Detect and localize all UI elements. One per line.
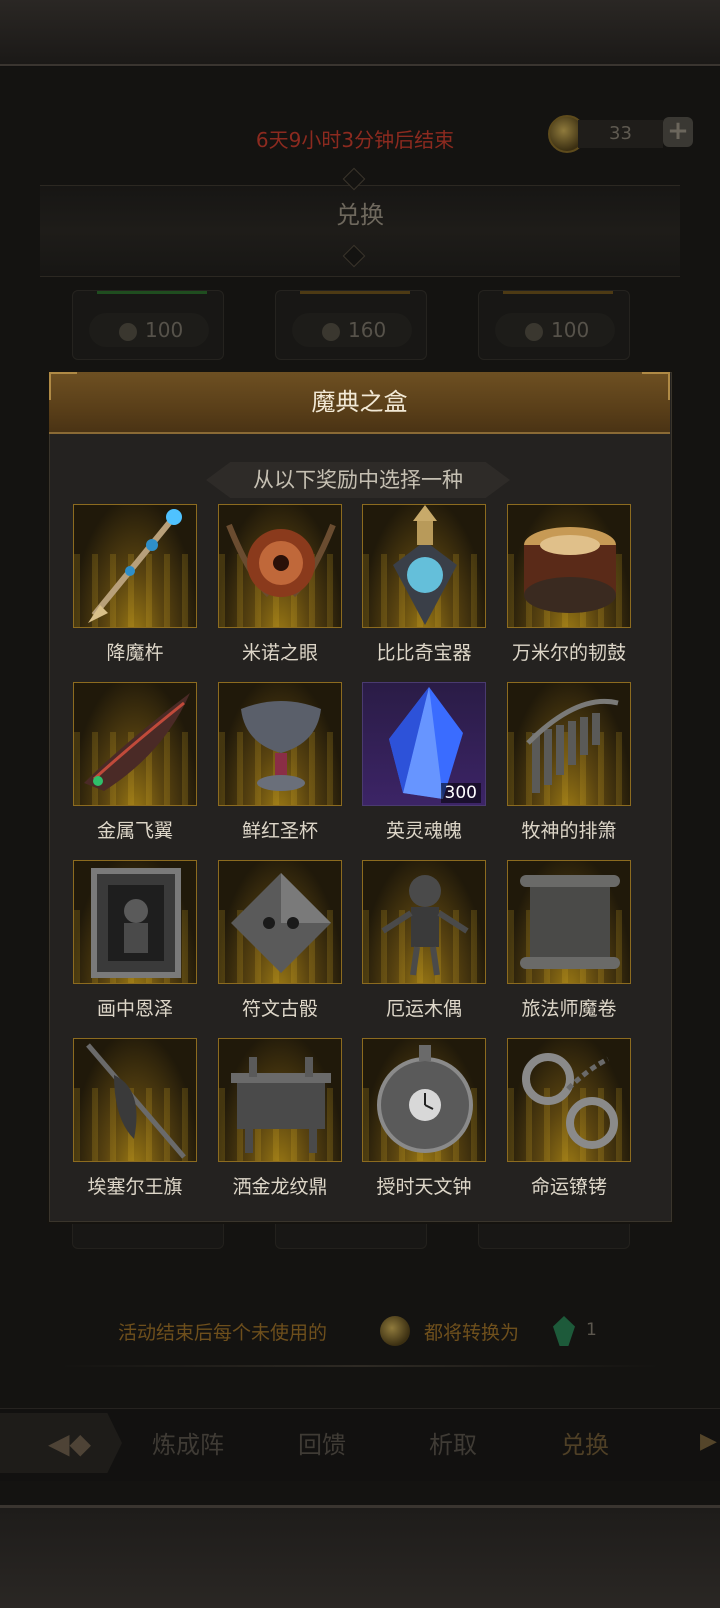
reward-item[interactable] bbox=[218, 682, 342, 806]
currency-amount: 33 bbox=[578, 120, 663, 148]
price-card[interactable]: 160 bbox=[275, 290, 427, 360]
staff-icon bbox=[74, 505, 196, 627]
reward-item[interactable]: 300 bbox=[362, 682, 486, 806]
tab-extract[interactable]: 析取 bbox=[429, 1427, 477, 1463]
reward-item[interactable] bbox=[507, 682, 631, 806]
reward-item-label: 画中恩泽 bbox=[96, 998, 173, 1020]
portrait-icon bbox=[74, 861, 196, 983]
reward-item-label: 万米尔的韧鼓 bbox=[511, 642, 626, 664]
reward-item-label: 埃塞尔王旗 bbox=[87, 1176, 183, 1198]
reward-item-label: 命运镣铐 bbox=[530, 1176, 607, 1198]
drum-icon bbox=[508, 505, 630, 627]
wing-icon bbox=[74, 683, 196, 805]
reward-item[interactable] bbox=[73, 682, 197, 806]
tab-alchemy[interactable]: 炼成阵 bbox=[152, 1427, 224, 1463]
price-card-hidden bbox=[72, 1220, 224, 1249]
bottom-ornament-bar bbox=[0, 1505, 720, 1608]
note-text-1: 活动结束后每个未使用的 bbox=[118, 1322, 328, 1344]
modal-subtitle: 从以下奖励中选择一种 bbox=[253, 468, 463, 492]
gem-icon bbox=[553, 1316, 575, 1346]
reward-item-label: 比比奇宝器 bbox=[376, 642, 472, 664]
reward-item[interactable] bbox=[73, 504, 197, 628]
reward-item[interactable] bbox=[507, 1038, 631, 1162]
reward-item[interactable] bbox=[507, 504, 631, 628]
scroll-icon bbox=[508, 861, 630, 983]
reward-item-label: 米诺之眼 bbox=[241, 642, 318, 664]
top-ornament-bar bbox=[0, 0, 720, 72]
currency-display: 33 + bbox=[548, 115, 696, 153]
price-card-hidden bbox=[478, 1220, 630, 1249]
puppet-icon bbox=[363, 861, 485, 983]
reward-item-label: 鲜红圣杯 bbox=[241, 820, 318, 842]
vessel-icon bbox=[363, 505, 485, 627]
coin-icon bbox=[119, 323, 137, 341]
back-arrow-icon: ◀◆ bbox=[48, 1427, 92, 1460]
reward-item-label: 牧神的排箫 bbox=[521, 820, 617, 842]
price-value: 160 bbox=[348, 318, 387, 342]
reward-item[interactable] bbox=[73, 1038, 197, 1162]
conversion-note: 活动结束后每个未使用的 都将转换为 1 bbox=[0, 1310, 720, 1356]
clock-icon bbox=[363, 1039, 485, 1161]
next-arrow-icon[interactable]: ▶ bbox=[700, 1429, 717, 1454]
reward-item-label: 厄运木偶 bbox=[385, 998, 462, 1020]
divider bbox=[60, 1365, 660, 1367]
chalice-icon bbox=[219, 683, 341, 805]
cauldron-icon bbox=[219, 1039, 341, 1161]
item-quantity: 300 bbox=[440, 783, 481, 803]
coin-icon bbox=[525, 323, 543, 341]
reward-item-label: 洒金龙纹鼎 bbox=[232, 1176, 328, 1198]
price-card[interactable]: 100 bbox=[72, 290, 224, 360]
price-value: 100 bbox=[551, 318, 590, 342]
reward-item-label: 授时天文钟 bbox=[376, 1176, 472, 1198]
reward-item[interactable] bbox=[507, 860, 631, 984]
reward-item[interactable] bbox=[218, 1038, 342, 1162]
price-card-hidden bbox=[275, 1220, 427, 1249]
price-value: 100 bbox=[145, 318, 184, 342]
reward-item[interactable] bbox=[218, 504, 342, 628]
reward-item[interactable] bbox=[362, 1038, 486, 1162]
reward-item-label: 符文古骰 bbox=[241, 998, 318, 1020]
back-button[interactable]: ◀◆ bbox=[0, 1413, 122, 1473]
tab-exchange[interactable]: 兑换 bbox=[561, 1427, 609, 1463]
coin-icon bbox=[380, 1316, 410, 1346]
add-currency-button[interactable]: + bbox=[663, 117, 693, 147]
reward-item-label: 旅法师魔卷 bbox=[521, 998, 617, 1020]
reward-item[interactable] bbox=[218, 860, 342, 984]
event-timer: 6天9小时3分钟后结束 bbox=[255, 128, 455, 152]
reward-item-label: 英灵魂魄 bbox=[385, 820, 462, 842]
note-text-2: 都将转换为 bbox=[424, 1322, 520, 1344]
bottom-nav: ◀◆ 炼成阵 回馈 析取 兑换 ▶ bbox=[0, 1408, 720, 1481]
reward-item[interactable] bbox=[73, 860, 197, 984]
tab-rewards[interactable]: 回馈 bbox=[298, 1427, 346, 1463]
shackle-icon bbox=[508, 1039, 630, 1161]
eye-orb-icon bbox=[219, 505, 341, 627]
exchange-title: 兑换 bbox=[336, 201, 384, 229]
reward-item-label: 金属飞翼 bbox=[96, 820, 173, 842]
reward-item-label: 降魔杵 bbox=[106, 642, 164, 664]
convert-amount: 1 bbox=[586, 1320, 597, 1340]
price-card[interactable]: 100 bbox=[478, 290, 630, 360]
coin-icon bbox=[322, 323, 340, 341]
panpipe-icon bbox=[508, 683, 630, 805]
dice-icon bbox=[219, 861, 341, 983]
modal-title: 魔典之盒 bbox=[311, 388, 408, 416]
reward-item[interactable] bbox=[362, 860, 486, 984]
reward-item[interactable] bbox=[362, 504, 486, 628]
banner-icon bbox=[74, 1039, 196, 1161]
